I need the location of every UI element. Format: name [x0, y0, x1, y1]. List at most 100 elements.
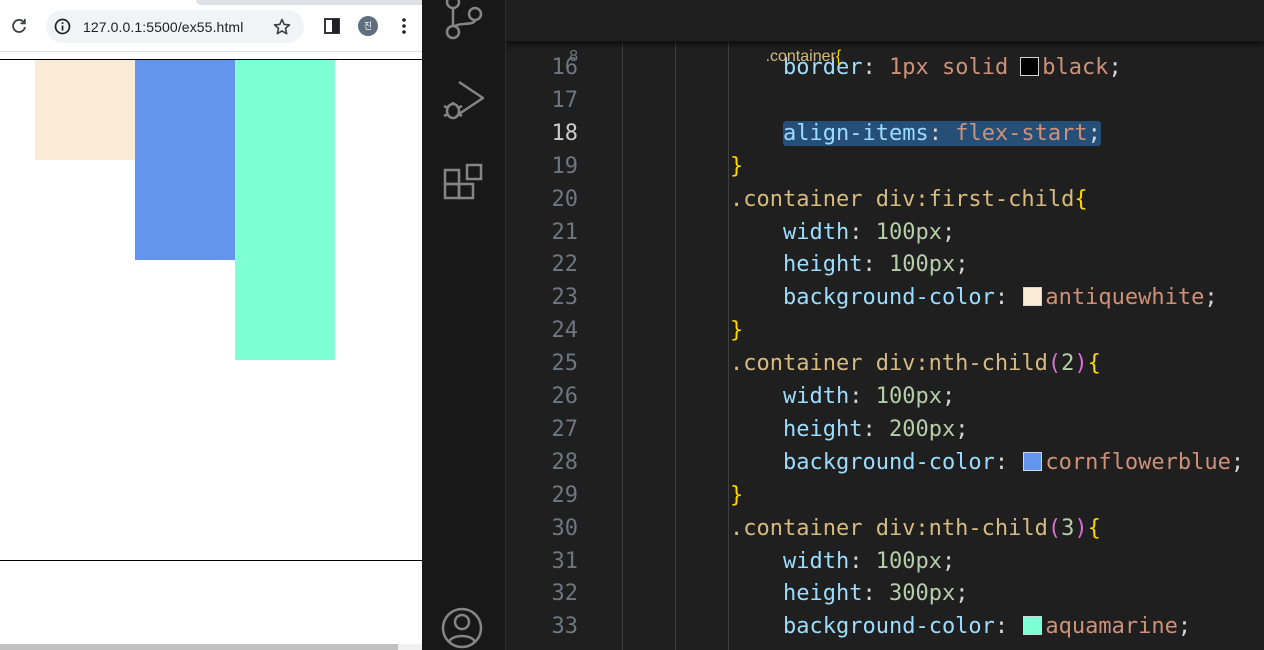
code-line[interactable]: 24} — [506, 314, 1264, 347]
box-aquamarine — [235, 60, 335, 360]
run-debug-icon[interactable] — [441, 78, 487, 128]
colon: : — [994, 285, 1022, 311]
code-line[interactable]: 16 border: 1px solid black; — [506, 51, 1264, 84]
site-info-icon[interactable] — [54, 18, 71, 35]
code-line[interactable]: 27 height: 200px; — [506, 413, 1264, 446]
css-selector: .container div:first-child — [730, 186, 1075, 212]
colon: : — [862, 55, 889, 80]
css-property: height — [783, 252, 863, 278]
css-property: height — [783, 581, 863, 607]
side-panel-icon[interactable] — [323, 17, 341, 35]
line-number: 8 — [569, 48, 578, 65]
declaration: width: 100px; — [783, 549, 955, 574]
code-line[interactable]: 32 height: 300px; — [506, 577, 1264, 610]
code-text: height: 100px; — [783, 248, 968, 281]
code-line[interactable]: 28 background-color: cornflowerblue; — [506, 446, 1264, 479]
code-line[interactable]: 19} — [506, 150, 1264, 183]
code-text: align-items: flex-start; — [783, 117, 1101, 150]
semicolon: ; — [941, 384, 956, 409]
code-line[interactable]: 31 width: 100px; — [506, 545, 1264, 578]
css-selector: .container div:nth-child — [730, 515, 1048, 541]
scrollbar-thumb[interactable] — [0, 644, 398, 650]
code-line[interactable]: 33 background-color: aquamarine; — [506, 610, 1264, 643]
css-color-value: antiquewhite — [1045, 285, 1205, 311]
code-line[interactable]: 22 height: 100px; — [506, 248, 1264, 281]
color-swatch-icon[interactable] — [1023, 616, 1043, 636]
line-number: 21 — [551, 219, 579, 245]
code-text: .container div:nth-child(2){ — [730, 347, 1101, 380]
url-text[interactable]: 127.0.0.1:5500/ex55.html — [83, 19, 243, 35]
line-number: 22 — [551, 252, 579, 278]
code-editor[interactable]: 16 border: 1px solid black; 17 18 align-items… — [506, 0, 1264, 650]
css-property: width — [783, 384, 850, 409]
code-text: width: 100px; — [783, 380, 955, 413]
source-control-icon[interactable] — [441, 0, 487, 44]
code-lines[interactable]: 16 border: 1px solid black; 17 18 align-items… — [506, 0, 1264, 650]
close-brace: } — [730, 318, 744, 344]
semicolon: ; — [955, 581, 969, 607]
selector-argument: 3 — [1061, 515, 1075, 541]
declaration: align-items: flex-start; — [783, 120, 1101, 146]
code-text: background-color: aquamarine; — [783, 610, 1191, 643]
activity-bar — [422, 0, 506, 650]
semicolon: ; — [1177, 614, 1192, 640]
color-swatch-icon[interactable] — [1023, 451, 1043, 471]
code-line[interactable]: 25 .container div:nth-child(2){ — [506, 347, 1264, 380]
paren: ) — [1074, 351, 1088, 377]
css-number: 100px — [875, 219, 942, 245]
bookmark-star-icon[interactable] — [272, 17, 292, 37]
declaration: width: 100px; — [783, 220, 955, 245]
box-antiquewhite — [35, 60, 135, 160]
page-viewport — [0, 52, 422, 650]
css-number: 300px — [888, 581, 956, 607]
address-bar[interactable]: 127.0.0.1:5500/ex55.html — [46, 10, 304, 43]
css-selector: .container div:nth-child — [730, 351, 1048, 377]
code-text: width: 100px; — [783, 545, 955, 578]
code-text: background-color: antiquewhite; — [783, 281, 1218, 314]
horizontal-scrollbar[interactable] — [0, 644, 422, 650]
line-number: 20 — [551, 186, 579, 212]
paren: ) — [1074, 515, 1088, 541]
colon: : — [994, 614, 1022, 640]
sticky-scroll-header[interactable]: 8 .container{ — [506, 0, 1264, 65]
css-property: height — [783, 416, 863, 442]
code-line[interactable]: 29} — [506, 479, 1264, 512]
browser-toolbar: 127.0.0.1:5500/ex55.html 진 — [0, 0, 422, 52]
code-line[interactable]: 23 background-color: antiquewhite; — [506, 281, 1264, 314]
line-number: 30 — [551, 515, 579, 541]
open-brace: { — [835, 48, 842, 65]
code-line[interactable]: 21 width: 100px; — [506, 216, 1264, 249]
code-text: .container div:nth-child(3){ — [730, 512, 1101, 545]
semicolon: ; — [955, 252, 969, 278]
semicolon: ; — [1108, 55, 1122, 80]
extensions-icon[interactable] — [441, 160, 487, 210]
close-brace: } — [730, 153, 744, 179]
code-line[interactable]: 26 width: 100px; — [506, 380, 1264, 413]
colon: : — [849, 548, 876, 574]
color-swatch-icon[interactable] — [1020, 57, 1040, 76]
code-line[interactable]: 30 .container div:nth-child(3){ — [506, 512, 1264, 545]
reload-icon[interactable] — [9, 16, 29, 36]
account-icon[interactable] — [441, 604, 487, 650]
code-text: width: 100px; — [783, 216, 955, 249]
code-line[interactable]: 17 — [506, 84, 1264, 117]
css-value: flex-start — [955, 120, 1088, 146]
color-swatch-icon[interactable] — [1023, 287, 1043, 307]
css-value: 1px solid — [888, 55, 1009, 80]
css-number: 100px — [875, 548, 942, 574]
profile-avatar[interactable]: 진 — [358, 16, 378, 36]
paren: ( — [1047, 351, 1062, 377]
semicolon: ; — [941, 548, 956, 574]
more-menu-icon[interactable] — [396, 16, 412, 36]
declaration: height: 300px; — [783, 581, 968, 606]
css-number: 200px — [888, 416, 956, 442]
code-text: } — [730, 150, 743, 183]
flex-container — [0, 59, 422, 561]
close-brace: } — [730, 482, 744, 508]
code-line[interactable]: 20 .container div:first-child{ — [506, 183, 1264, 216]
open-brace: { — [1087, 351, 1101, 377]
code-line[interactable]: 18 align-items: flex-start; — [506, 117, 1264, 150]
colon: : — [862, 252, 889, 278]
code-text: background-color: cornflowerblue; — [783, 446, 1244, 479]
css-number: 100px — [888, 252, 956, 278]
